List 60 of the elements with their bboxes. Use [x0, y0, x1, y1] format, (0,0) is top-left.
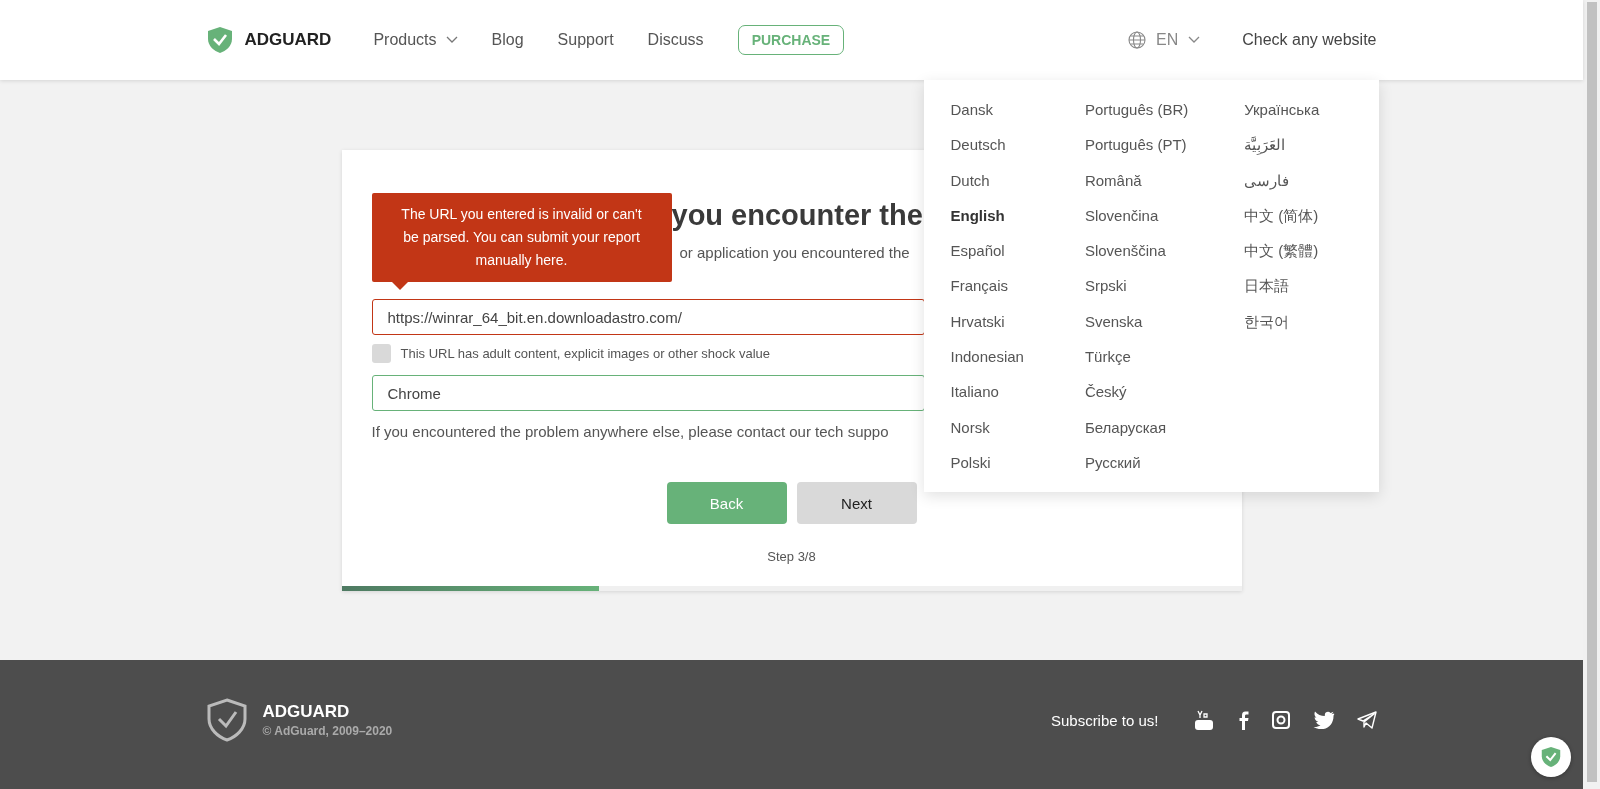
nav-link[interactable]: Support [557, 31, 614, 49]
language-option[interactable]: Беларуская [1084, 418, 1245, 454]
subscribe-text: Subscribe to us! [1050, 711, 1159, 729]
nav-link[interactable]: Blog [491, 31, 524, 49]
language-option[interactable]: Indonesian [950, 348, 1085, 384]
url-input-field[interactable]: https://winrar_64_bit.en.downloadastro.com/ [371, 299, 925, 335]
language-option[interactable]: Français [950, 277, 1085, 313]
shield-check-icon [1541, 746, 1561, 768]
next-button[interactable]: Next [796, 482, 917, 524]
check-website-link[interactable]: Check any website [1242, 31, 1377, 49]
chevron-down-icon [1188, 36, 1201, 44]
application-input-field[interactable]: Chrome [371, 375, 925, 411]
language-option[interactable]: Svenska [1084, 312, 1245, 349]
floating-shield-button[interactable] [1531, 737, 1571, 777]
nav-link[interactable]: Discuss [647, 31, 704, 49]
language-option[interactable]: Slovenčina [1084, 206, 1245, 243]
language-option[interactable]: Polski [950, 453, 1085, 490]
bird-icon[interactable] [1312, 711, 1335, 729]
logo-text[interactable]: ADGUARD [244, 30, 332, 50]
language-option[interactable]: فارسی [1244, 171, 1379, 207]
language-option[interactable]: Українська [1244, 101, 1379, 137]
language-option[interactable]: 中文 (简体) [1244, 206, 1379, 243]
checkbox[interactable] [371, 344, 391, 363]
language-option[interactable]: Italiano [950, 383, 1085, 419]
copyright-text: © AdGuard, 2009–2020 [262, 724, 393, 738]
language-option[interactable]: Português (BR) [1084, 101, 1245, 137]
language-option[interactable]: Deutsch [950, 136, 1085, 172]
support-note: If you encountered the problem anywhere else, please contact our tech suppo [371, 423, 889, 440]
tooltip-pointer [391, 282, 408, 290]
footer-logo-text: ADGUARD [262, 702, 351, 722]
language-option[interactable]: Română [1084, 171, 1245, 207]
scrollbar[interactable] [1583, 0, 1600, 789]
language-selector[interactable]: EN [1127, 31, 1201, 49]
language-option[interactable]: Русский [1084, 453, 1245, 490]
language-option[interactable]: Srpski [1084, 277, 1245, 313]
language-option[interactable]: Türkçe [1084, 348, 1245, 384]
step-counter: Step 3/8 [766, 549, 817, 564]
language-option[interactable]: Norsk [950, 418, 1085, 454]
shield-check-icon [206, 698, 247, 742]
language-option[interactable]: Dansk [950, 101, 1085, 137]
form-title: you encounter the [671, 198, 923, 233]
globe-icon [1127, 31, 1146, 49]
paper-plane-icon[interactable] [1356, 711, 1377, 729]
language-option[interactable]: English [950, 206, 1085, 243]
language-option[interactable]: 한국어 [1244, 312, 1379, 349]
language-option[interactable]: 日本語 [1244, 277, 1379, 313]
language-option[interactable]: Português (PT) [1084, 136, 1245, 172]
shield-check-icon[interactable] [206, 26, 233, 54]
language-option[interactable]: Český [1084, 383, 1245, 419]
form-instruction: or application you encountered the [679, 244, 910, 261]
nav-link[interactable]: Products [373, 31, 458, 49]
checkbox-label: This URL has adult content, explicit images or other shock value [400, 346, 770, 361]
instagram-icon[interactable] [1270, 710, 1291, 730]
error-tooltip: The URL you entered is invalid or can't be parsed. You can submit your report manually here. [371, 193, 672, 282]
language-option[interactable]: العَرَبِيَّة [1244, 136, 1379, 172]
language-option[interactable]: Slovenščina [1084, 242, 1245, 278]
language-option[interactable]: Dutch [950, 171, 1085, 207]
language-option[interactable]: Hrvatski [950, 312, 1085, 349]
language-option[interactable]: Español [950, 242, 1085, 278]
language-option[interactable]: 中文 (繁體) [1244, 242, 1379, 278]
